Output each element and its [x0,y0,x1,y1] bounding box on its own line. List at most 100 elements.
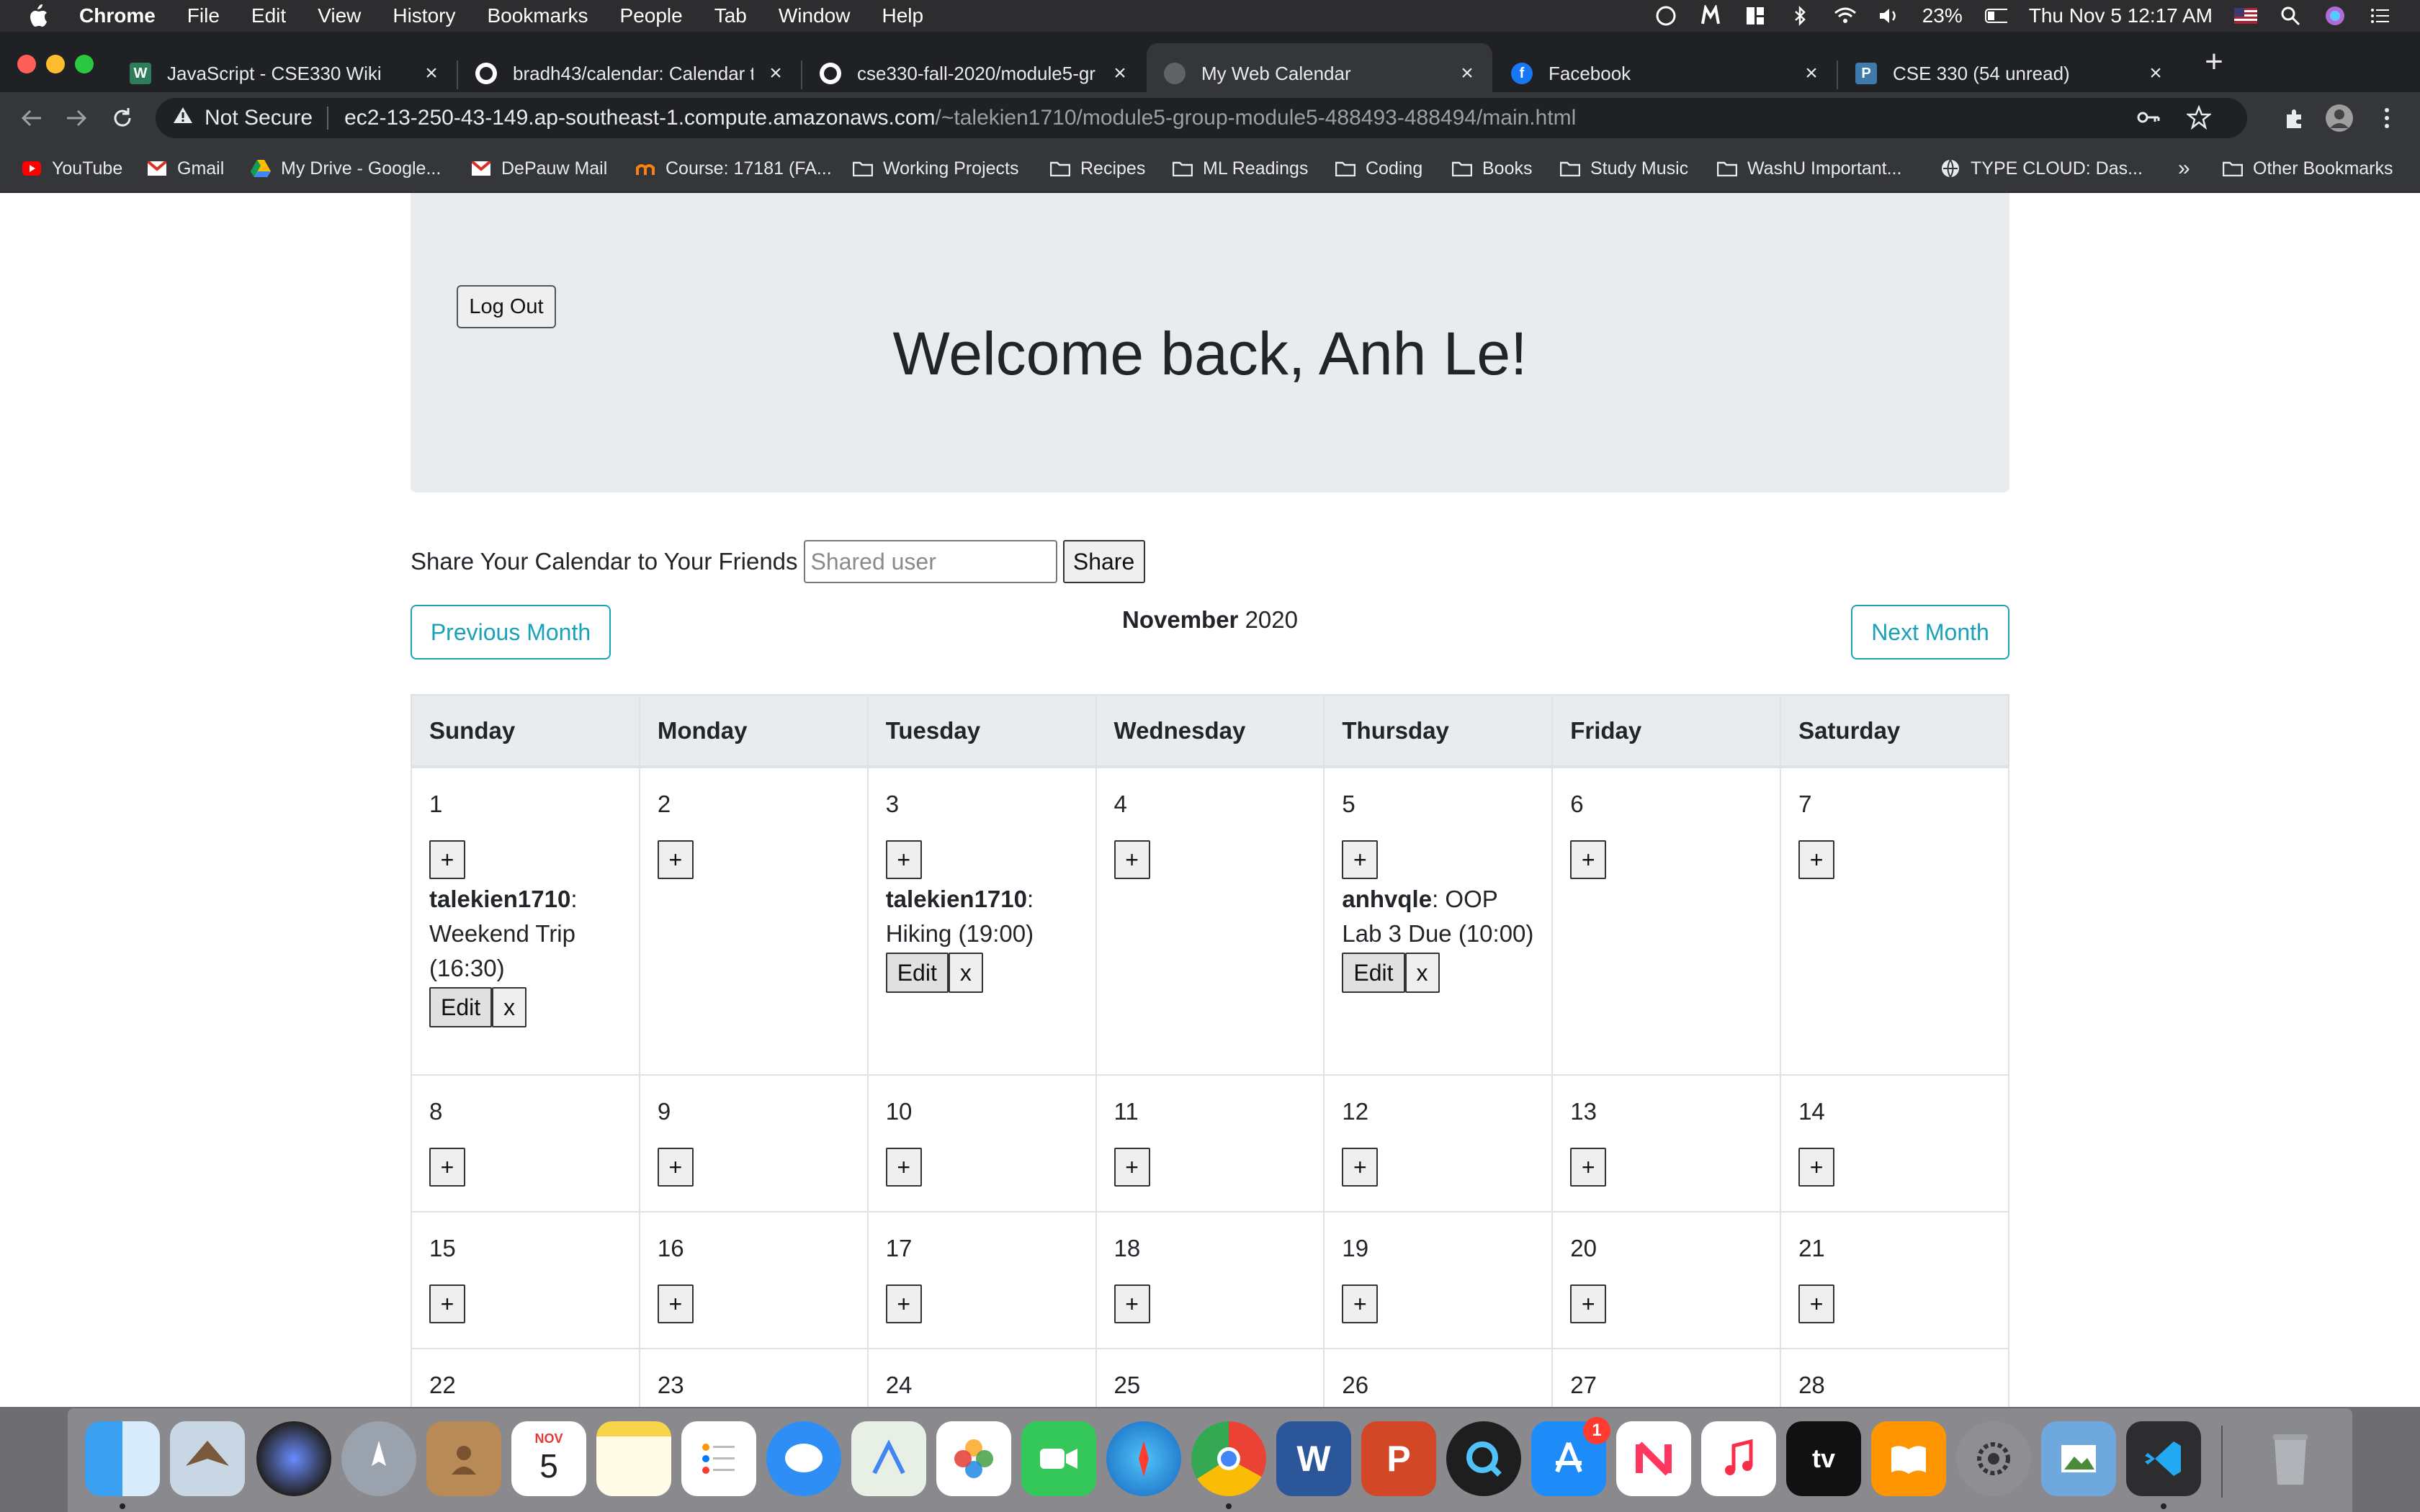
add-event-button[interactable]: + [885,1148,922,1187]
powerpoint-icon[interactable]: P [1361,1421,1436,1496]
messages-icon[interactable] [766,1421,841,1496]
not-secure-label[interactable]: Not Secure [205,106,313,130]
add-event-button[interactable]: + [1342,840,1379,879]
delete-event-button[interactable]: x [492,987,527,1027]
siri-icon[interactable] [256,1421,331,1496]
add-event-button[interactable]: + [1570,1284,1607,1323]
reload-icon[interactable] [107,102,138,134]
bookmark-youtube[interactable]: YouTube [22,154,122,183]
add-event-button[interactable]: + [1798,840,1835,879]
spotlight-search-icon[interactable] [2279,4,2302,27]
system-preferences-icon[interactable] [1956,1421,2031,1496]
shared-user-input[interactable] [803,540,1057,583]
add-event-button[interactable]: + [657,1284,694,1323]
menu-app-name[interactable]: Chrome [79,4,156,27]
chrome-icon[interactable] [1191,1421,1266,1496]
word-icon[interactable]: W [1276,1421,1351,1496]
edit-event-button[interactable]: Edit [1342,953,1405,993]
tab-close-icon[interactable]: × [1801,61,1822,85]
bookmark-working-projects[interactable]: Working Projects [853,154,1019,183]
us-flag-icon[interactable] [2234,4,2257,27]
add-event-button[interactable]: + [1798,1284,1835,1323]
siri-icon[interactable] [2323,4,2347,27]
bluetooth-icon[interactable] [1788,4,1811,27]
tab-close-icon[interactable]: × [1109,61,1131,85]
menu-help[interactable]: Help [882,4,923,27]
creative-cloud-icon[interactable] [1654,4,1677,27]
bookmark-recipes[interactable]: Recipes [1050,154,1145,183]
new-tab-button[interactable]: + [2198,44,2230,79]
share-button[interactable]: Share [1062,540,1145,583]
add-event-button[interactable]: + [429,840,465,879]
add-event-button[interactable]: + [1342,1148,1379,1187]
trash-icon[interactable] [2253,1421,2328,1496]
window-manager-icon[interactable] [1744,4,1767,27]
music-icon[interactable] [1701,1421,1776,1496]
add-event-button[interactable]: + [1342,1284,1379,1323]
tab-close-icon[interactable]: × [2145,61,2166,85]
key-icon[interactable] [2136,107,2161,134]
add-event-button[interactable]: + [885,840,922,879]
apple-tv-icon[interactable]: tv [1786,1421,1861,1496]
quicktime-icon[interactable] [1446,1421,1521,1496]
back-arrow-icon[interactable] [16,102,48,134]
add-event-button[interactable]: + [1570,1148,1607,1187]
menu-view[interactable]: View [318,4,361,27]
photos-icon[interactable] [936,1421,1011,1496]
tab-close-icon[interactable]: × [1456,61,1478,85]
notification-center-icon[interactable] [2368,4,2391,27]
reminders-icon[interactable] [681,1421,756,1496]
delete-event-button[interactable]: x [948,953,983,993]
profile-avatar[interactable] [2323,102,2355,134]
next-month-button[interactable]: Next Month [1851,605,2009,660]
menu-history[interactable]: History [393,4,455,27]
add-event-button[interactable]: + [1570,840,1607,879]
battery-icon[interactable] [1984,4,2007,27]
address-bar[interactable]: Not Secure ec2-13-250-43-149.ap-southeas… [156,98,2247,138]
wifi-icon[interactable] [1833,4,1856,27]
extensions-puzzle-icon[interactable] [2279,102,2311,134]
add-event-button[interactable]: + [885,1284,922,1323]
mail-icon[interactable] [170,1421,245,1496]
facetime-icon[interactable] [1021,1421,1096,1496]
notes-icon[interactable] [596,1421,671,1496]
bookmarks-overflow-chevron[interactable]: » [2178,154,2190,183]
bookmark-type-cloud[interactable]: TYPE CLOUD: Das... [1940,154,2143,183]
contacts-icon[interactable] [426,1421,501,1496]
launchpad-icon[interactable] [341,1421,416,1496]
forward-arrow-icon[interactable] [60,102,92,134]
bookmark-study-music[interactable]: Study Music [1560,154,1688,183]
bookmark-other-bookmarks[interactable]: Other Bookmarks [2223,154,2393,183]
add-event-button[interactable]: + [429,1284,465,1323]
menubar-clock[interactable]: Thu Nov 5 12:17 AM [2029,4,2213,27]
volume-icon[interactable] [1878,4,1901,27]
apple-icon[interactable] [27,4,52,28]
menu-bookmarks[interactable]: Bookmarks [487,4,588,27]
bookmark-course[interactable]: Course: 17181 (FA... [635,154,832,183]
news-icon[interactable] [1616,1421,1691,1496]
menu-edit[interactable]: Edit [251,4,286,27]
menu-tab[interactable]: Tab [714,4,747,27]
warning-triangle-icon[interactable] [173,106,193,130]
bookmark-ml-readings[interactable]: ML Readings [1173,154,1308,183]
preview-icon[interactable] [2041,1421,2116,1496]
previous-month-button[interactable]: Previous Month [411,605,611,660]
app-store-icon[interactable]: 1 [1531,1417,1610,1496]
add-event-button[interactable]: + [657,1148,694,1187]
bookmark-washu[interactable]: WashU Important... [1717,154,1901,183]
window-zoom-button[interactable] [75,55,94,73]
tab-close-icon[interactable]: × [765,61,786,85]
menu-people[interactable]: People [620,4,683,27]
window-close-button[interactable] [17,55,36,73]
malwarebytes-icon[interactable] [1699,4,1722,27]
calendar-app-icon[interactable]: NOV 5 [511,1421,586,1496]
vscode-icon[interactable] [2126,1421,2201,1496]
add-event-button[interactable]: + [1798,1148,1835,1187]
window-minimize-button[interactable] [46,55,65,73]
bookmark-books[interactable]: Books [1452,154,1532,183]
bookmark-star-icon[interactable] [2185,104,2213,135]
finder-icon[interactable] [85,1421,160,1496]
add-event-button[interactable]: + [1113,840,1150,879]
add-event-button[interactable]: + [1113,1148,1150,1187]
delete-event-button[interactable]: x [1404,953,1440,993]
